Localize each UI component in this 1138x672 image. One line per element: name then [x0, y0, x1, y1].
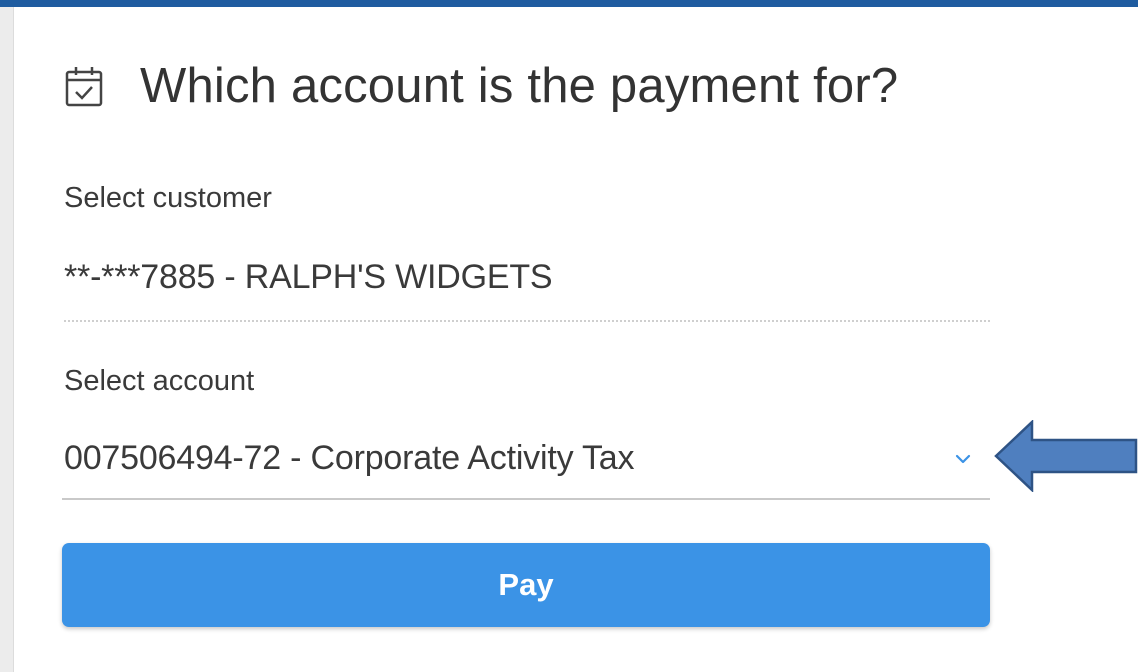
customer-value: **-***7885 - RALPH'S WIDGETS [64, 258, 553, 296]
page-heading: Which account is the payment for? [64, 62, 898, 111]
customer-label: Select customer [64, 182, 272, 214]
account-label: Select account [64, 365, 255, 397]
account-select[interactable]: 007506494-72 - Corporate Activity Tax [62, 434, 990, 500]
account-selected-value: 007506494-72 - Corporate Activity Tax [64, 439, 635, 477]
pay-button[interactable]: Pay [62, 543, 990, 627]
arrow-left-icon [994, 420, 1138, 492]
top-accent-bar [0, 0, 1138, 7]
customer-field: **-***7885 - RALPH'S WIDGETS [64, 258, 990, 322]
left-panel-edge [0, 7, 14, 672]
chevron-down-icon[interactable] [952, 448, 974, 470]
page-title: Which account is the payment for? [140, 59, 899, 113]
calendar-check-icon [65, 66, 103, 106]
